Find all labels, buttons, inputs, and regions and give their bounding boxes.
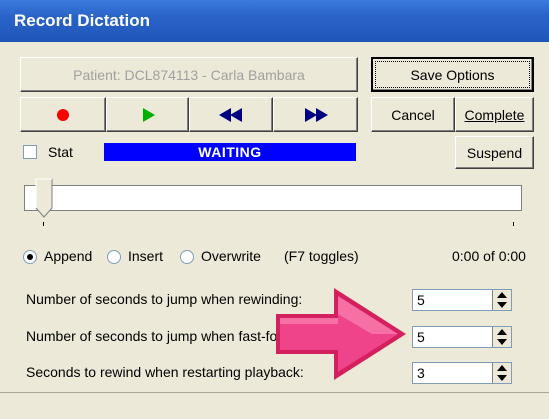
rewind-icon bbox=[219, 107, 242, 122]
record-button[interactable] bbox=[20, 97, 106, 132]
overwrite-label: Overwrite bbox=[201, 248, 261, 264]
patient-button: Patient: DCL874113 - Carla Bambara bbox=[20, 57, 358, 92]
time-readout: 0:00 of 0:00 bbox=[452, 248, 526, 264]
restart-rewind-spinner[interactable]: 3 bbox=[412, 362, 512, 384]
rewind-seconds-spinner[interactable]: 5 bbox=[412, 289, 512, 311]
play-icon bbox=[142, 107, 155, 122]
spinner-arrows-icon[interactable] bbox=[492, 290, 511, 310]
position-slider-thumb[interactable] bbox=[35, 178, 53, 218]
slider-tick-end bbox=[513, 222, 514, 226]
overwrite-radio[interactable] bbox=[180, 250, 194, 264]
fast-forward-button[interactable] bbox=[273, 97, 358, 132]
stat-checkbox[interactable] bbox=[23, 145, 37, 159]
status-indicator: WAITING bbox=[104, 143, 356, 161]
mode-hint: (F7 toggles) bbox=[284, 248, 359, 264]
cancel-button[interactable]: Cancel bbox=[371, 97, 455, 132]
play-button[interactable] bbox=[106, 97, 189, 132]
stat-label: Stat bbox=[48, 144, 73, 160]
slider-tick-start bbox=[43, 222, 44, 226]
title-bar: Record Dictation bbox=[0, 0, 549, 42]
fastforward-seconds-value[interactable]: 5 bbox=[417, 329, 425, 345]
spinner-arrows-icon[interactable] bbox=[492, 363, 511, 383]
position-slider-track[interactable] bbox=[24, 185, 522, 211]
spinner-arrows-icon[interactable] bbox=[492, 327, 511, 347]
restart-rewind-value[interactable]: 3 bbox=[417, 365, 425, 381]
rewind-button[interactable] bbox=[189, 97, 273, 132]
insert-label: Insert bbox=[128, 248, 164, 264]
suspend-button[interactable]: Suspend bbox=[455, 136, 534, 169]
divider bbox=[0, 392, 549, 393]
append-radio[interactable] bbox=[23, 250, 37, 264]
record-icon bbox=[57, 108, 69, 121]
insert-radio[interactable] bbox=[107, 250, 121, 264]
pointer-arrow-icon bbox=[276, 288, 406, 380]
fast-forward-icon bbox=[304, 107, 328, 122]
fastforward-seconds-spinner[interactable]: 5 bbox=[412, 326, 512, 348]
append-label: Append bbox=[44, 248, 93, 264]
rewind-seconds-value[interactable]: 5 bbox=[417, 292, 425, 308]
window-title: Record Dictation bbox=[14, 11, 151, 30]
complete-button[interactable]: Complete bbox=[455, 97, 534, 132]
save-options-button[interactable]: Save Options bbox=[371, 57, 534, 92]
